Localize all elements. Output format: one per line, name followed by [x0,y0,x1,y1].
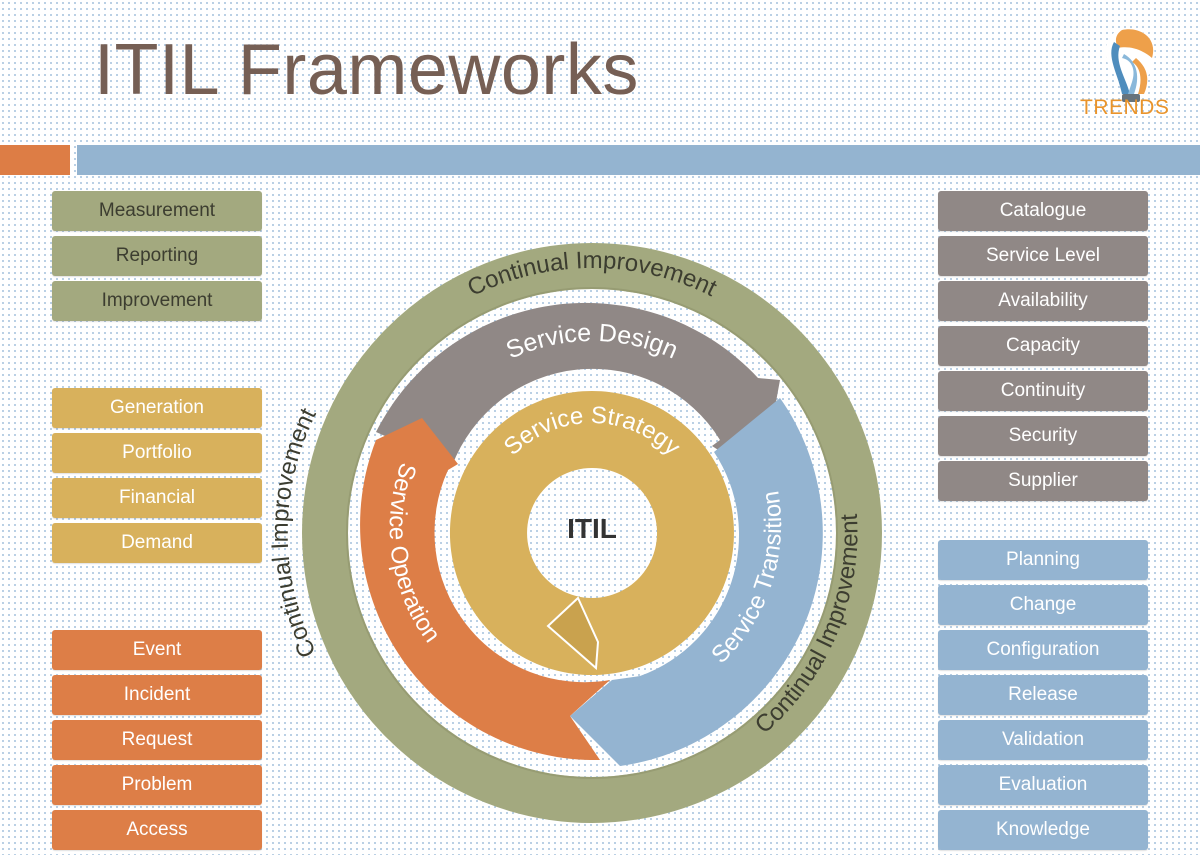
itil-center-label: ITIL [567,513,617,544]
itil-lifecycle-diagram: Continual Improvement Continual Improvem… [267,243,882,823]
